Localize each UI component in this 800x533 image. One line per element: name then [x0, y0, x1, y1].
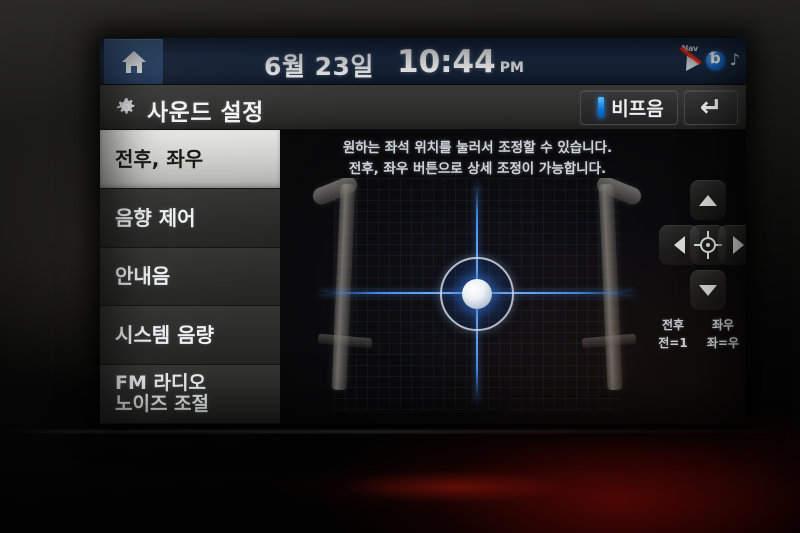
bluetooth-icon — [705, 49, 725, 70]
dpad-right-button[interactable] — [718, 225, 746, 265]
sidebar-item-system-volume[interactable]: 시스템 음량 — [100, 306, 280, 366]
infotainment-screen: 6월 23일 10:44 PM Nav ♪ — [100, 38, 746, 424]
sidebar-item-label: 음향 제어 — [115, 205, 196, 230]
bezel-seam — [0, 430, 800, 433]
sidebar-item-label: 안내음 — [115, 264, 171, 289]
readout-balance: 좌우 좌=우 — [700, 316, 746, 352]
readout-fader: 전후 전=1 — [650, 316, 696, 352]
direction-pad — [659, 180, 746, 310]
dpad-up-button[interactable] — [690, 180, 726, 220]
status-bar: 6월 23일 10:44 PM Nav ♪ — [100, 38, 746, 85]
right-arrow-icon — [732, 236, 744, 254]
fader-balance-panel: 원하는 좌석 위치를 눌러서 조정할 수 있습니다. 전후, 좌우 버튼으로 상… — [280, 130, 746, 424]
seat-position-stage[interactable] — [312, 178, 642, 410]
value-readouts: 전후 전=1 좌우 좌=우 — [650, 316, 746, 352]
sidebar-item-fm-radio-noise[interactable]: FM 라디오 노이즈 조절 — [100, 365, 280, 424]
position-knob[interactable] — [462, 279, 492, 309]
up-arrow-icon — [699, 194, 717, 206]
page-title: 사운드 설정 — [147, 100, 264, 126]
seat-front-left — [312, 178, 373, 404]
clock-ampm: PM — [499, 60, 524, 76]
beep-sound-button[interactable]: 비프음 — [580, 90, 678, 125]
sidebar-item-label: FM 라디오 노이즈 조절 — [115, 371, 210, 416]
sidebar-item-label: 시스템 음량 — [115, 323, 214, 348]
readout-value: 전=1 — [658, 336, 688, 350]
beep-indicator — [598, 97, 605, 118]
instruction-line-1: 원하는 좌석 위치를 눌러서 조정할 수 있습니다. — [342, 140, 613, 156]
seat-front-right — [581, 178, 642, 404]
instruction-line-2: 전후, 좌우 버튼으로 상세 조정이 가능합니다. — [348, 160, 607, 177]
title-bar: 사운드 설정 비프음 ↵ — [100, 85, 746, 130]
gear-icon — [115, 96, 138, 119]
instruction-text: 원하는 좌석 위치를 눌러서 조정할 수 있습니다. 전후, 좌우 버튼으로 상… — [280, 138, 675, 180]
back-button[interactable]: ↵ — [684, 90, 738, 125]
nav-disabled-icon: Nav — [679, 44, 702, 76]
clock: 10:44 PM — [397, 44, 524, 80]
dashboard-bezel: 6월 23일 10:44 PM Nav ♪ — [0, 0, 800, 533]
settings-sidebar: 전후, 좌우 음향 제어 안내음 시스템 음량 FM 라디오 노이즈 조절 — [100, 130, 280, 424]
readout-label: 좌우 — [711, 318, 735, 332]
back-arrow-icon: ↵ — [699, 92, 723, 123]
readout-value: 좌=우 — [706, 336, 740, 350]
clock-time: 10:44 — [397, 44, 496, 80]
dpad-down-button[interactable] — [690, 270, 726, 310]
left-arrow-icon — [673, 236, 685, 254]
content-area: 전후, 좌우 음향 제어 안내음 시스템 음량 FM 라디오 노이즈 조절 원하… — [100, 130, 746, 424]
music-note-icon: ♪ — [729, 50, 740, 69]
sidebar-item-label: 전후, 좌우 — [115, 146, 204, 171]
status-icon-group: Nav ♪ — [679, 44, 740, 76]
sidebar-item-fader-balance[interactable]: 전후, 좌우 — [100, 130, 280, 189]
date-display: 6월 23일 — [264, 52, 374, 81]
beep-button-label: 비프음 — [611, 98, 664, 120]
sidebar-item-sound-control[interactable]: 음향 제어 — [100, 188, 280, 248]
down-arrow-icon — [699, 284, 717, 296]
sidebar-item-guidance-sound[interactable]: 안내음 — [100, 247, 280, 307]
readout-label: 전후 — [661, 318, 685, 332]
